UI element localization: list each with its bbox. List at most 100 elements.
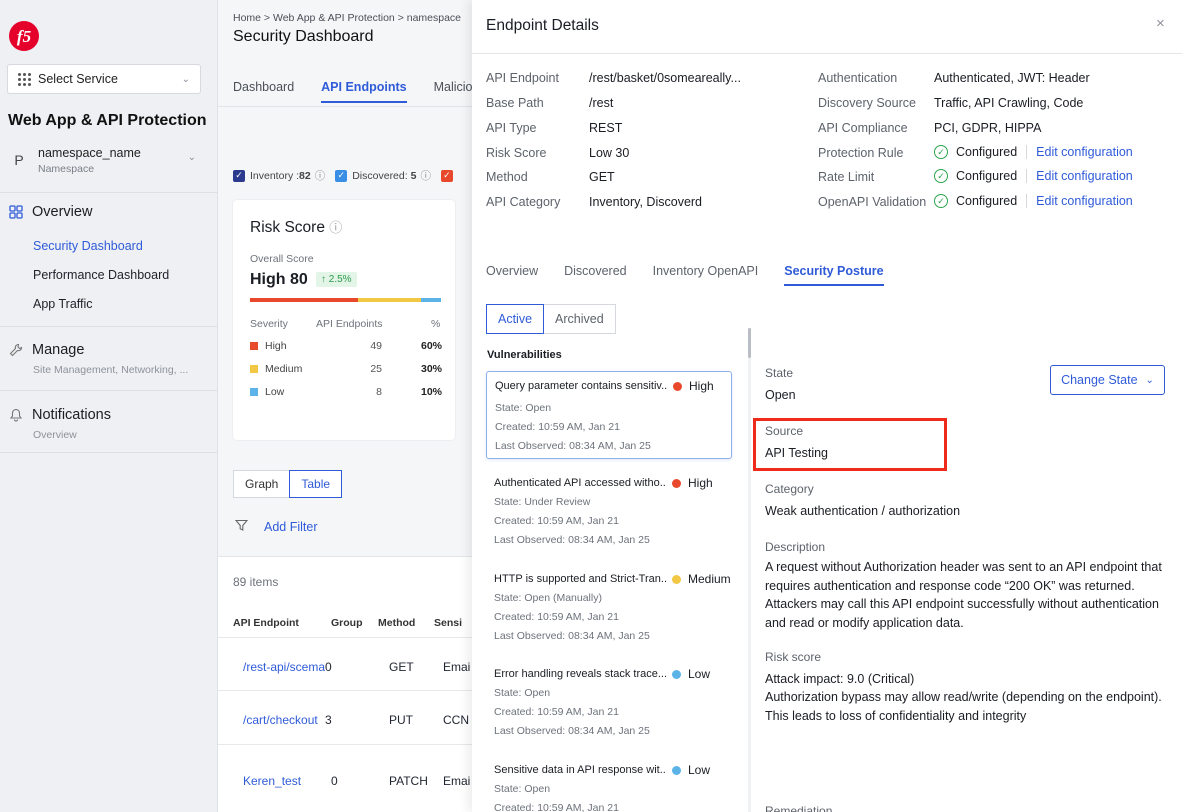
toggle-graph[interactable]: Graph [233,470,290,498]
add-filter-button[interactable]: Add Filter [234,519,318,535]
vulnerability-card[interactable]: HTTP is supported and Strict-Tran... Med… [486,565,732,653]
risk-score-label: Risk score [765,650,822,664]
overall-score-value: High 80 [250,271,308,288]
field-label: Discovery Source [818,96,916,110]
col-severity: Severity [250,318,288,330]
field-label: API Endpoint [486,71,559,85]
chevron-down-icon: ⌄ [1145,374,1154,386]
service-select[interactable]: Select Service ⌄ [7,64,201,94]
overall-score-label: Overall Score [250,253,314,265]
vulnerability-title: Error handling reveals stack trace... [494,668,666,680]
discovery-source-value: Traffic, API Crawling, Code [934,96,1084,110]
divider [0,452,218,453]
field-label: Protection Rule [818,146,904,160]
namespace-name: namespace_name [38,146,141,160]
check-circle-icon: ✓ [934,169,948,183]
endpoint-link[interactable]: /cart/checkout [243,713,318,727]
edit-configuration-link[interactable]: Edit configuration [1036,194,1133,208]
info-icon: ⓘ [329,220,343,235]
f5-logo[interactable]: f5 [8,20,40,52]
page-title: Security Dashboard [233,28,374,45]
chip-inventory-value: 82 [299,169,311,182]
divider [0,326,218,327]
chip-discovered[interactable]: ✓ Discovered: 5 ⓘ [335,168,431,183]
col-api-endpoint[interactable]: API Endpoint [233,617,331,629]
scrollbar-thumb[interactable] [748,328,751,358]
bell-icon [8,407,24,423]
vulnerability-card[interactable]: Query parameter contains sensitiv... Hig… [486,371,732,459]
nav-overview-label: Overview [32,204,93,220]
nav-manage[interactable]: Manage [8,342,84,358]
tab-discovered[interactable]: Discovered [564,264,627,286]
vulnerability-card[interactable]: Authenticated API accessed witho... High… [486,469,732,557]
table-row[interactable] [218,637,482,638]
namespace-selector[interactable]: P namespace_name Namespace ⌄ [8,146,202,175]
vulnerability-card[interactable]: Sensitive data in API response wit... Lo… [486,756,732,812]
table-row[interactable] [218,744,482,745]
edit-configuration-link[interactable]: Edit configuration [1036,145,1133,159]
filter-icon [234,519,249,535]
endpoint-link[interactable]: Keren_test [243,774,301,788]
wrench-icon [8,342,24,358]
remediation-label: Remediation [765,804,833,812]
tab-dashboard[interactable]: Dashboard [233,80,294,103]
chip-inventory[interactable]: ✓ Inventory :82 ⓘ [233,168,325,183]
check-circle-icon: ✓ [934,145,948,159]
vulnerability-observed: Last Observed: 08:34 AM, Jan 25 [495,440,651,452]
risk-score-title: Risk Score ⓘ [250,219,343,236]
severity-dot [672,574,681,584]
nav-security-dashboard[interactable]: Security Dashboard [33,239,143,253]
severity-swatch [250,342,258,350]
checkbox-checked-icon: ✓ [233,169,245,182]
col-sensitive[interactable]: Sensi [434,617,462,629]
risk-row-medium: Medium 25 30% [250,363,442,375]
chip-inventory-label: Inventory : [250,169,300,182]
change-state-button[interactable]: Change State ⌄ [1050,365,1165,395]
service-select-label: Select Service [38,72,118,86]
active-archived-toggle: Active Archived [486,304,616,334]
nav-performance-dashboard[interactable]: Performance Dashboard [33,268,169,282]
vulnerability-state: State: Open [494,783,551,795]
table-row[interactable] [218,690,482,691]
chip-third[interactable]: ✓ [440,169,458,182]
source-highlight-box [753,418,947,471]
vulnerability-card[interactable]: Error handling reveals stack trace... Lo… [486,660,732,748]
nav-app-traffic[interactable]: App Traffic [33,297,93,311]
vulnerability-created: Created: 10:59 AM, Jan 21 [494,515,619,527]
dashboard-grid-icon [8,204,24,220]
field-label: Authentication [818,71,898,85]
toggle-archived[interactable]: Archived [544,304,616,334]
endpoint-link[interactable]: /rest-api/scema [243,660,325,674]
namespace-sublabel: Namespace [38,163,95,175]
vulnerabilities-heading: Vulnerabilities [487,349,562,361]
chevron-down-icon: ⌄ [181,73,190,85]
breadcrumb[interactable]: Home > Web App & API Protection > namesp… [233,12,461,24]
tab-security-posture[interactable]: Security Posture [784,264,884,286]
col-method[interactable]: Method [378,617,434,629]
authentication-value: Authenticated, JWT: Header [934,71,1090,85]
tab-api-endpoints[interactable]: API Endpoints [321,80,407,103]
vulnerability-title: HTTP is supported and Strict-Tran... [494,573,666,585]
scrollbar-track[interactable] [748,328,751,812]
tab-inventory-openapi[interactable]: Inventory OpenAPI [653,264,759,286]
edit-configuration-link[interactable]: Edit configuration [1036,169,1133,183]
col-group[interactable]: Group [331,617,378,629]
sidebar: f5 Select Service ⌄ Web App & API Protec… [0,0,218,812]
close-icon[interactable]: × [1156,15,1165,32]
description-label: Description [765,540,826,554]
nav-notifications[interactable]: Notifications [8,407,111,423]
divider [472,53,1182,54]
severity-badge: Medium [672,572,731,586]
risk-bar-high [250,298,358,302]
risk-row-low: Low 8 10% [250,386,442,398]
toggle-table[interactable]: Table [289,470,343,498]
toggle-active[interactable]: Active [486,304,545,334]
protection-rule-status: ✓ Configured Edit configuration [934,145,1133,159]
nav-overview[interactable]: Overview [8,204,92,220]
tab-overview[interactable]: Overview [486,264,538,286]
risk-bar-medium [358,298,421,302]
nav-manage-desc: Site Management, Networking, ... [33,364,189,376]
vulnerability-created: Created: 10:59 AM, Jan 21 [494,706,619,718]
field-label: API Category [486,195,561,209]
app-title: Web App & API Protection [8,112,207,129]
